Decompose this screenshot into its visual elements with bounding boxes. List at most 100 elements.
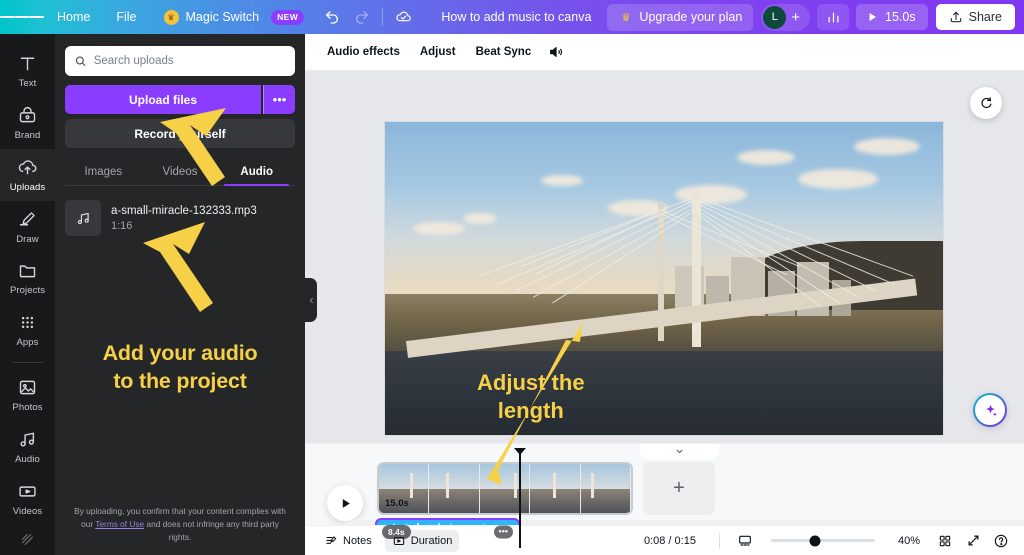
share-button[interactable]: Share bbox=[935, 4, 1015, 30]
zoom-slider-knob[interactable] bbox=[809, 535, 821, 546]
collaborators-group[interactable]: L + bbox=[761, 3, 811, 31]
sidebar-item-audio[interactable]: Audio bbox=[0, 421, 55, 473]
sidebar-item-projects[interactable]: Projects bbox=[0, 252, 55, 304]
hamburger-menu-icon[interactable] bbox=[0, 0, 45, 34]
sidebar-item-more[interactable] bbox=[0, 525, 55, 555]
fullscreen-icon bbox=[968, 535, 978, 546]
annotation-add-audio: Add your audio to the project bbox=[55, 340, 305, 395]
header-divider bbox=[382, 8, 384, 26]
more-patterns-icon bbox=[21, 534, 34, 546]
sidebar-label-projects: Projects bbox=[9, 285, 46, 297]
timeline-play-button[interactable] bbox=[327, 485, 363, 521]
beat-sync-button[interactable]: Beat Sync bbox=[468, 40, 540, 64]
present-play-button[interactable]: 15.0s bbox=[856, 4, 928, 30]
sidebar-item-apps[interactable]: Apps bbox=[0, 304, 55, 356]
zoom-slider[interactable] bbox=[770, 535, 875, 546]
add-page-button[interactable]: + bbox=[643, 462, 715, 515]
sidebar-item-brand[interactable]: Brand bbox=[0, 97, 55, 149]
annotation-add-audio-line2: to the project bbox=[113, 368, 247, 393]
timeline-playhead[interactable] bbox=[514, 448, 526, 548]
menu-item-magic-switch-label: Magic Switch bbox=[185, 10, 260, 24]
duration-label: Duration bbox=[410, 534, 453, 547]
audio-clip-menu-icon[interactable]: ••• bbox=[493, 525, 513, 538]
undo-icon[interactable] bbox=[317, 2, 347, 32]
bottom-bar-divider bbox=[718, 532, 720, 549]
volume-speaker-icon[interactable] bbox=[543, 39, 569, 65]
notes-button[interactable]: Notes bbox=[317, 530, 379, 552]
bottom-status-bar: Notes Duration 0:08 / 0:15 40% bbox=[305, 525, 1024, 555]
magic-studio-button[interactable] bbox=[973, 393, 1007, 427]
avatar: L bbox=[763, 5, 787, 29]
canvas-viewport[interactable]: Adjust the length bbox=[305, 71, 1024, 443]
upload-list-item[interactable]: a-small-miracle-132333.mp3 1:16 bbox=[65, 200, 295, 236]
menu-item-file-label: File bbox=[116, 10, 137, 24]
share-label: Share bbox=[968, 10, 1002, 24]
menu-item-home-label: Home bbox=[57, 10, 91, 24]
menu-item-file[interactable]: File bbox=[103, 0, 149, 34]
cloud-shape bbox=[736, 150, 795, 166]
sidebar-label-apps: Apps bbox=[16, 337, 39, 349]
apps-grid-icon bbox=[21, 317, 34, 329]
sidebar-item-videos[interactable]: Videos bbox=[0, 473, 55, 525]
upload-actions-row: Upload files ••• bbox=[65, 85, 295, 114]
record-yourself-button[interactable]: Record yourself bbox=[65, 119, 295, 148]
share-upload-icon bbox=[950, 11, 961, 23]
search-input[interactable] bbox=[93, 55, 286, 67]
new-badge: NEW bbox=[271, 9, 305, 25]
fullscreen-button[interactable] bbox=[962, 530, 984, 552]
upgrade-plan-button[interactable]: ♛ Upgrade your plan bbox=[607, 3, 754, 31]
grid-view-icon bbox=[939, 535, 951, 546]
sidebar-item-text[interactable]: Text bbox=[0, 45, 55, 97]
grid-view-button[interactable] bbox=[934, 530, 956, 552]
tab-videos[interactable]: Videos bbox=[142, 159, 219, 185]
cloud-shape bbox=[463, 212, 498, 224]
document-title[interactable]: How to add music to canva bbox=[431, 5, 601, 29]
adjust-button[interactable]: Adjust bbox=[412, 40, 464, 64]
timeline-collapse-button[interactable] bbox=[639, 444, 719, 459]
tab-audio[interactable]: Audio bbox=[218, 159, 295, 186]
search-uploads-field[interactable] bbox=[65, 46, 295, 76]
sidebar-label-photos: Photos bbox=[12, 401, 43, 413]
playhead-knob[interactable] bbox=[514, 448, 526, 455]
audio-effects-button[interactable]: Audio effects bbox=[319, 40, 408, 64]
context-toolbar: Audio effects Adjust Beat Sync bbox=[305, 34, 1024, 71]
upgrade-plan-label: Upgrade your plan bbox=[639, 10, 743, 24]
menu-item-magic-switch[interactable]: ♛ Magic Switch NEW bbox=[150, 0, 318, 34]
annotation-add-audio-line1: Add your audio bbox=[102, 341, 258, 365]
chevron-left-icon bbox=[309, 297, 313, 303]
ellipsis-icon[interactable]: ••• bbox=[263, 85, 295, 114]
audio-note-icon bbox=[20, 432, 35, 447]
redo-icon[interactable] bbox=[347, 2, 377, 32]
cloud-shape bbox=[797, 168, 878, 189]
help-question-icon bbox=[994, 534, 1008, 547]
uploads-panel: Upload files ••• Record yourself Images … bbox=[55, 34, 305, 555]
terms-of-use-link[interactable]: Terms of Use bbox=[95, 519, 144, 529]
uploads-tabs: Images Videos Audio bbox=[65, 159, 295, 186]
present-duration-label: 15.0s bbox=[885, 10, 916, 24]
sidebar-item-draw[interactable]: Draw bbox=[0, 201, 55, 253]
upload-files-button[interactable]: Upload files bbox=[65, 85, 261, 114]
sidebar-item-photos[interactable]: Photos bbox=[0, 369, 55, 421]
help-button[interactable] bbox=[990, 530, 1012, 552]
cloud-saved-icon[interactable] bbox=[388, 2, 418, 32]
play-icon bbox=[342, 498, 350, 508]
sidebar-label-videos: Videos bbox=[12, 505, 43, 517]
projects-folder-icon bbox=[19, 265, 36, 278]
rotate-refresh-button[interactable] bbox=[970, 87, 1002, 119]
cloud-shape bbox=[853, 137, 920, 155]
play-icon bbox=[869, 13, 877, 21]
upload-item-name: a-small-miracle-132333.mp3 bbox=[111, 204, 257, 217]
magic-sparkle-icon bbox=[985, 404, 997, 416]
water-layer bbox=[385, 350, 943, 435]
tab-images[interactable]: Images bbox=[65, 159, 142, 185]
menu-item-home[interactable]: Home bbox=[44, 0, 103, 34]
panel-collapse-handle[interactable] bbox=[305, 278, 317, 322]
insights-button[interactable] bbox=[817, 4, 850, 30]
artboard-image[interactable] bbox=[385, 122, 943, 435]
plus-icon[interactable]: + bbox=[788, 10, 803, 25]
timeline-page-clip[interactable]: 15.0s bbox=[377, 462, 633, 515]
sidebar-label-audio: Audio bbox=[15, 453, 40, 465]
page-view-button[interactable] bbox=[734, 530, 756, 552]
sidebar-item-uploads[interactable]: Uploads bbox=[0, 148, 55, 201]
crown-icon: ♛ bbox=[163, 9, 179, 25]
